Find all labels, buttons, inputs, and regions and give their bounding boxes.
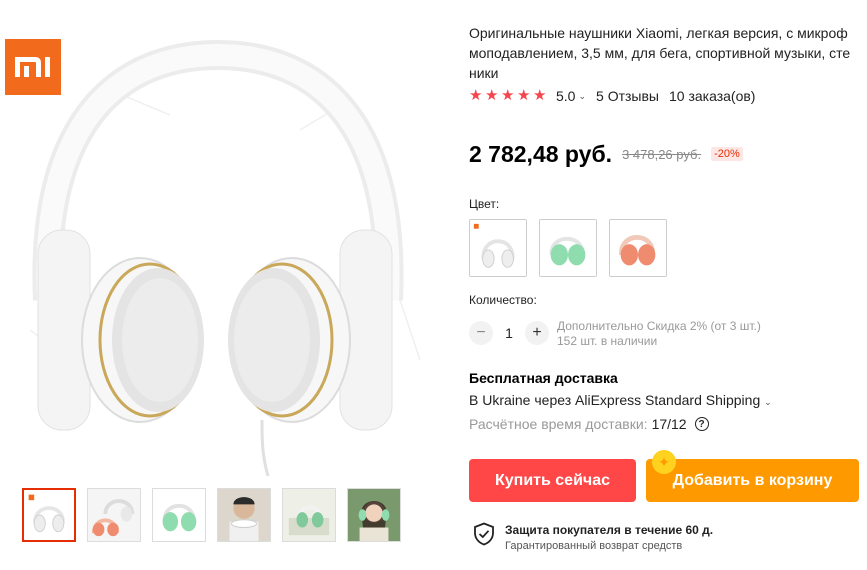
bulk-discount-note: Дополнительно Скидка 2% (от 3 шт.) (557, 319, 761, 333)
product-info: Оригинальные наушники Xiaomi, легкая вер… (469, 0, 867, 570)
quantity-note: Дополнительно Скидка 2% (от 3 шт.) 152 ш… (557, 319, 761, 349)
original-price: 3 478,26 руб. (622, 146, 702, 162)
stock-note: 152 шт. в наличии (557, 334, 658, 348)
chevron-down-icon: ⌄ (764, 397, 772, 407)
thumbnail-man-wearing-headphones[interactable] (217, 488, 271, 542)
buy-now-button[interactable]: Купить сейчас (469, 459, 636, 502)
shipping-method-link[interactable]: В Ukraine через AliExpress Standard Ship… (469, 392, 772, 408)
orders-count: 10 заказа(ов) (668, 88, 756, 104)
product-gallery (0, 0, 440, 570)
main-product-image[interactable] (0, 0, 440, 476)
thumbnail-green-headphones-scene[interactable] (282, 488, 336, 542)
thumbnail-strip (22, 488, 401, 542)
shipping-method-text: В Ukraine через AliExpress Standard Ship… (469, 392, 761, 408)
buyer-protection: Защита покупателя в течение 60 д. Гарант… (473, 522, 713, 554)
star-icon: ★ (469, 87, 483, 104)
delivery-time: Расчётное время доставки: 17/12 ? (469, 416, 709, 432)
star-icon: ★ (517, 87, 531, 104)
color-option-white[interactable] (469, 219, 527, 277)
decrease-quantity-button[interactable]: − (469, 321, 493, 345)
delivery-time-label: Расчётное время доставки: (469, 416, 648, 432)
rating-stars: ★ ★ ★ ★ ★ (469, 87, 547, 104)
star-icon: ★ (533, 87, 547, 104)
current-price: 2 782,48 руб. (469, 140, 613, 167)
thumbnail-white-pink-headphones[interactable] (87, 488, 141, 542)
thumbnail-green-headphones[interactable] (152, 488, 206, 542)
shield-check-icon (474, 522, 494, 546)
thumbnail-woman-wearing-headphones[interactable] (347, 488, 401, 542)
reviews-link[interactable]: 5 Отзывы (596, 88, 659, 104)
price-row: 2 782,48 руб. 3 478,26 руб. -20% (469, 140, 743, 168)
color-option-green[interactable] (539, 219, 597, 277)
rating-score[interactable]: 5.0 (556, 88, 575, 104)
star-icon: ★ (501, 87, 515, 104)
shipping-title: Бесплатная доставка (469, 370, 618, 386)
rating-row: ★ ★ ★ ★ ★ 5.0 ⌄ 5 Отзывы 10 заказа(ов) (469, 86, 755, 106)
delivery-date: 17/12 (651, 416, 687, 432)
product-title: Оригинальные наушники Xiaomi, легкая вер… (469, 25, 851, 81)
increase-quantity-button[interactable]: + (525, 321, 549, 345)
thumbnail-white-headphones[interactable] (22, 488, 76, 542)
buyer-protection-text: Защита покупателя в течение 60 д. Гарант… (505, 522, 713, 554)
chevron-down-icon[interactable]: ⌄ (578, 91, 586, 102)
add-to-cart-label: Добавить в корзину (672, 471, 833, 489)
quantity-label: Количество: (469, 293, 537, 307)
help-icon[interactable]: ? (694, 417, 709, 431)
color-swatches (469, 219, 667, 277)
color-option-pink[interactable] (609, 219, 667, 277)
discount-badge: -20% (711, 147, 743, 161)
sparkle-icon: ✦ (652, 450, 676, 474)
buyer-protection-subtitle: Гарантированный возврат средств (505, 540, 683, 552)
add-to-cart-button[interactable]: ✦ Добавить в корзину (646, 450, 859, 502)
star-icon: ★ (485, 87, 499, 104)
headphones-image (29, 39, 421, 476)
mi-logo (5, 39, 61, 95)
quantity-stepper: − 1 + (469, 321, 549, 345)
color-label: Цвет: (469, 197, 500, 211)
buyer-protection-title: Защита покупателя в течение 60 д. (505, 523, 714, 537)
quantity-value[interactable]: 1 (493, 325, 525, 341)
